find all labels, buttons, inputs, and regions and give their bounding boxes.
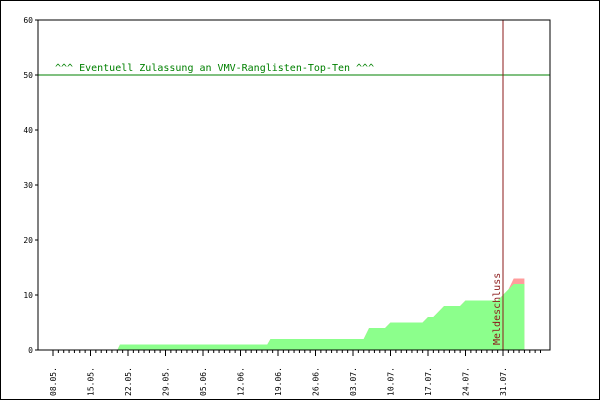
x-tick-label: 22.05. — [124, 367, 133, 396]
x-tick-label: 19.06. — [274, 367, 283, 396]
y-tick-label: 40 — [23, 126, 33, 135]
y-tick-label: 60 — [23, 16, 33, 25]
y-tick-label: 50 — [23, 71, 33, 80]
threshold-label: ^^^ Eventuell Zulassung an VMV-Rangliste… — [55, 63, 374, 74]
x-tick-label: 31.07. — [499, 367, 508, 396]
x-tick-label: 05.06. — [199, 367, 208, 396]
area-lower-area — [53, 284, 525, 350]
area-layer — [53, 278, 525, 350]
chart-container: ^^^ Eventuell Zulassung an VMV-Rangliste… — [0, 0, 600, 400]
y-tick-label: 10 — [23, 291, 33, 300]
y-tick-label: 20 — [23, 236, 33, 245]
x-tick-label: 29.05. — [162, 367, 171, 396]
x-tick-label: 26.06. — [312, 367, 321, 396]
x-tick-label: 08.05. — [49, 367, 58, 396]
x-tick-label: 12.06. — [237, 367, 246, 396]
chart: ^^^ Eventuell Zulassung an VMV-Rangliste… — [0, 0, 600, 400]
x-tick-label: 15.05. — [87, 367, 96, 396]
x-tick-label: 10.07. — [387, 367, 396, 396]
x-tick-label: 24.07. — [462, 367, 471, 396]
y-tick-label: 30 — [23, 181, 33, 190]
y-tick-label: 0 — [28, 346, 33, 355]
x-tick-label: 03.07. — [349, 367, 358, 396]
x-tick-label: 17.07. — [424, 367, 433, 396]
deadline-label: Meldeschluss — [492, 273, 503, 345]
